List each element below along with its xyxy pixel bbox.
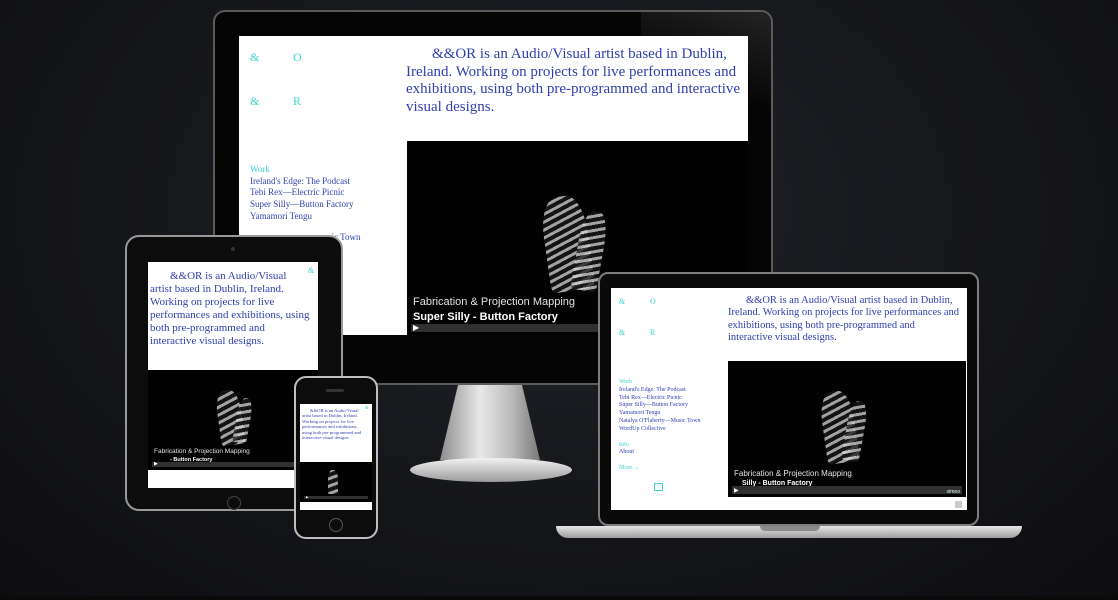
- phone-home-button[interactable]: [329, 518, 343, 532]
- work-nav: Work Ireland's Edge: The Podcast Tebi Re…: [619, 379, 701, 473]
- nav-item[interactable]: Super Silly—Button Factory: [619, 402, 701, 410]
- nav-item[interactable]: Tebi Rex—Electric Picnic: [250, 187, 354, 199]
- nav-heading-work: Work: [619, 379, 633, 385]
- intro-text: &&OR is an Audio/Visual artist based in …: [302, 408, 362, 441]
- play-icon[interactable]: ▶: [413, 323, 419, 332]
- video-subtitle: Super Silly - Button Factory: [413, 311, 558, 323]
- logo-mark[interactable]: R: [650, 328, 655, 337]
- scroll-corner: [955, 501, 962, 508]
- nav-item[interactable]: Yamamori Tengu: [250, 211, 354, 223]
- phone-screen: &&OR is an Audio/Visual artist based in …: [300, 404, 372, 510]
- nav-item[interactable]: Super Silly—Button Factory: [250, 199, 354, 211]
- video-progress-bar[interactable]: [732, 486, 962, 494]
- laptop-notch: [760, 526, 820, 531]
- monitor-stand-base: [410, 458, 572, 482]
- phone-speaker: [326, 389, 344, 392]
- tablet-screen: &&OR is an Audio/Visual artist based in …: [148, 262, 318, 488]
- nav-heading-work: Work: [250, 164, 270, 174]
- vimeo-logo[interactable]: vimeo: [947, 489, 960, 495]
- nav-item[interactable]: Ireland's Edge: The Podcast: [619, 387, 701, 395]
- logo-mark[interactable]: O: [650, 297, 656, 306]
- play-icon[interactable]: ▶: [734, 487, 739, 494]
- more-link[interactable]: More →: [619, 465, 701, 473]
- floor-edge: [0, 596, 1118, 600]
- logo-mark[interactable]: R: [293, 94, 301, 109]
- video-player[interactable]: ▶: [300, 462, 372, 502]
- nav-item[interactable]: Yamamori Tengu: [619, 410, 701, 418]
- tablet-camera: [231, 247, 235, 251]
- intro-text: &&OR is an Audio/Visual artist based in …: [406, 46, 741, 116]
- logo-mark[interactable]: O: [293, 50, 302, 65]
- nav-item[interactable]: WordUp Collective: [619, 426, 701, 434]
- video-title: Fabrication & Projection Mapping: [734, 469, 852, 478]
- nav-item[interactable]: Natalya O'Flaherty—Music Town: [619, 418, 701, 426]
- logo-mark[interactable]: &: [619, 297, 625, 306]
- nav-heading-info: Info: [619, 441, 629, 448]
- video-progress-bar[interactable]: [152, 462, 314, 467]
- video-player[interactable]: Fabrication & Projection Mapping - Butto…: [148, 370, 318, 470]
- play-icon[interactable]: ▶: [154, 461, 158, 467]
- video-title: Fabrication & Projection Mapping: [413, 296, 576, 308]
- logo-mark[interactable]: &: [250, 94, 259, 109]
- logo-mark[interactable]: &: [308, 266, 314, 275]
- nav-item[interactable]: Ireland's Edge: The Podcast: [250, 176, 354, 188]
- grid-icon[interactable]: [654, 483, 663, 491]
- nav-item[interactable]: Tebi Rex—Electric Picnic: [619, 395, 701, 403]
- logo-mark[interactable]: &: [619, 328, 625, 337]
- intro-text: &&OR is an Audio/Visual artist based in …: [150, 270, 310, 347]
- play-icon[interactable]: ▶: [306, 495, 308, 499]
- nav-item-about[interactable]: About: [619, 449, 701, 457]
- tablet-home-button[interactable]: [227, 496, 241, 510]
- video-player[interactable]: Fabrication & Projection Mapping Silly -…: [728, 361, 966, 497]
- logo-mark[interactable]: &: [365, 406, 369, 411]
- logo-mark[interactable]: &: [250, 50, 259, 65]
- video-title: Fabrication & Projection Mapping: [154, 448, 250, 455]
- work-nav: Work Ireland's Edge: The Podcast Tebi Re…: [250, 164, 354, 222]
- video-progress-bar[interactable]: [304, 496, 368, 499]
- intro-text: &&OR is an Audio/Visual artist based in …: [728, 295, 960, 344]
- laptop-screen: & O & R &&OR is an Audio/Visual artist b…: [611, 288, 967, 510]
